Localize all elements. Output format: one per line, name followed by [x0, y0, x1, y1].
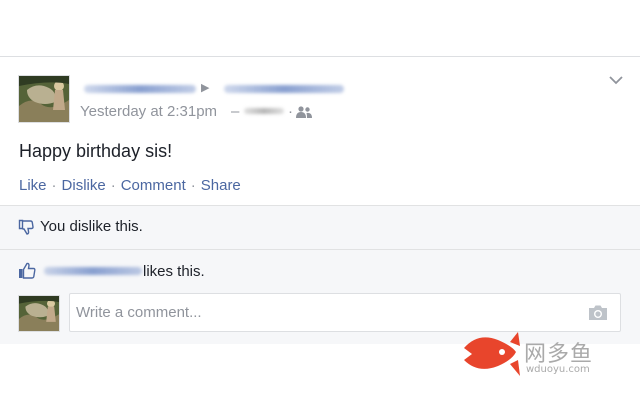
thumbs-down-icon: [18, 219, 34, 235]
likes-summary-text: likes this.: [143, 263, 205, 280]
action-separator: ·: [110, 177, 116, 194]
watermark-en-text: wduoyu.com: [526, 364, 590, 375]
chevron-down-icon[interactable]: [609, 75, 623, 85]
like-link[interactable]: Like: [19, 177, 47, 194]
comment-link[interactable]: Comment: [121, 177, 186, 194]
audience-friends-icon[interactable]: [296, 106, 312, 118]
author-name-blurred[interactable]: [84, 85, 196, 93]
commenter-avatar: [18, 295, 60, 332]
camera-icon[interactable]: [588, 304, 608, 321]
post-timestamp[interactable]: Yesterday at 2:31pm: [80, 103, 217, 120]
recipient-name-blurred[interactable]: [224, 85, 344, 93]
timestamp-dot: ·: [288, 103, 293, 120]
liker-name-blurred[interactable]: [44, 267, 142, 275]
comment-box: [69, 293, 621, 332]
post-card: ▶ Yesterday at 2:31pm – · Happy birthday…: [0, 56, 640, 344]
thumbs-up-icon: [19, 262, 36, 279]
comment-input[interactable]: [70, 294, 576, 331]
share-arrow-icon: ▶: [201, 82, 210, 94]
dislike-summary-text: You dislike this.: [40, 218, 143, 235]
location-blurred[interactable]: [244, 108, 284, 114]
action-separator: ·: [190, 177, 196, 194]
timestamp-dash: –: [231, 103, 240, 120]
post-text: Happy birthday sis!: [19, 141, 173, 161]
dislike-summary-row: You dislike this.: [0, 205, 640, 249]
author-avatar[interactable]: [18, 75, 70, 123]
action-separator: ·: [51, 177, 57, 194]
dislike-link[interactable]: Dislike: [62, 177, 106, 194]
post-actions: Like · Dislike · Comment · Share: [19, 177, 241, 194]
share-link[interactable]: Share: [201, 177, 241, 194]
